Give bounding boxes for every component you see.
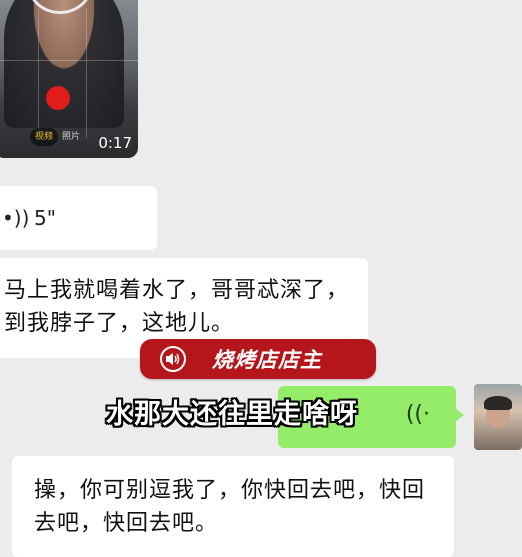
voice-duration: 5": [34, 206, 56, 230]
camera-grid-line: [0, 60, 138, 61]
video-message-thumbnail[interactable]: 视频 照片 0:17: [0, 0, 138, 158]
speaker-name: 烧烤店店主: [212, 348, 322, 372]
camera-grid-line: [86, 8, 87, 138]
voice-wave-icon: •)): [2, 206, 30, 230]
camera-grid-line: [38, 8, 39, 138]
video-person-image: [4, 0, 124, 128]
avatar[interactable]: [474, 384, 522, 450]
photo-mode-label: 照片: [62, 132, 81, 142]
record-dot-icon: [46, 86, 70, 110]
video-mode-pill: 视频: [30, 128, 59, 146]
video-subtitle: 水那大还往里走啥呀: [106, 399, 358, 430]
message-text: 操，你可别逗我了，你快回去吧，快回去吧，快回去吧。: [34, 478, 426, 536]
incoming-message-bubble[interactable]: 操，你可别逗我了，你快回去吧，快回去吧，快回去吧。: [12, 456, 454, 557]
speaker-icon: [160, 346, 186, 372]
voice-message-bubble[interactable]: •)) 5": [0, 186, 157, 250]
speaker-name-banner: 烧烤店店主: [140, 339, 376, 379]
message-text: 马上我就喝着水了，哥哥忒深了，到我脖子了，这地儿。: [4, 278, 350, 336]
avatar-hair: [484, 396, 512, 410]
video-duration: 0:17: [98, 134, 132, 152]
